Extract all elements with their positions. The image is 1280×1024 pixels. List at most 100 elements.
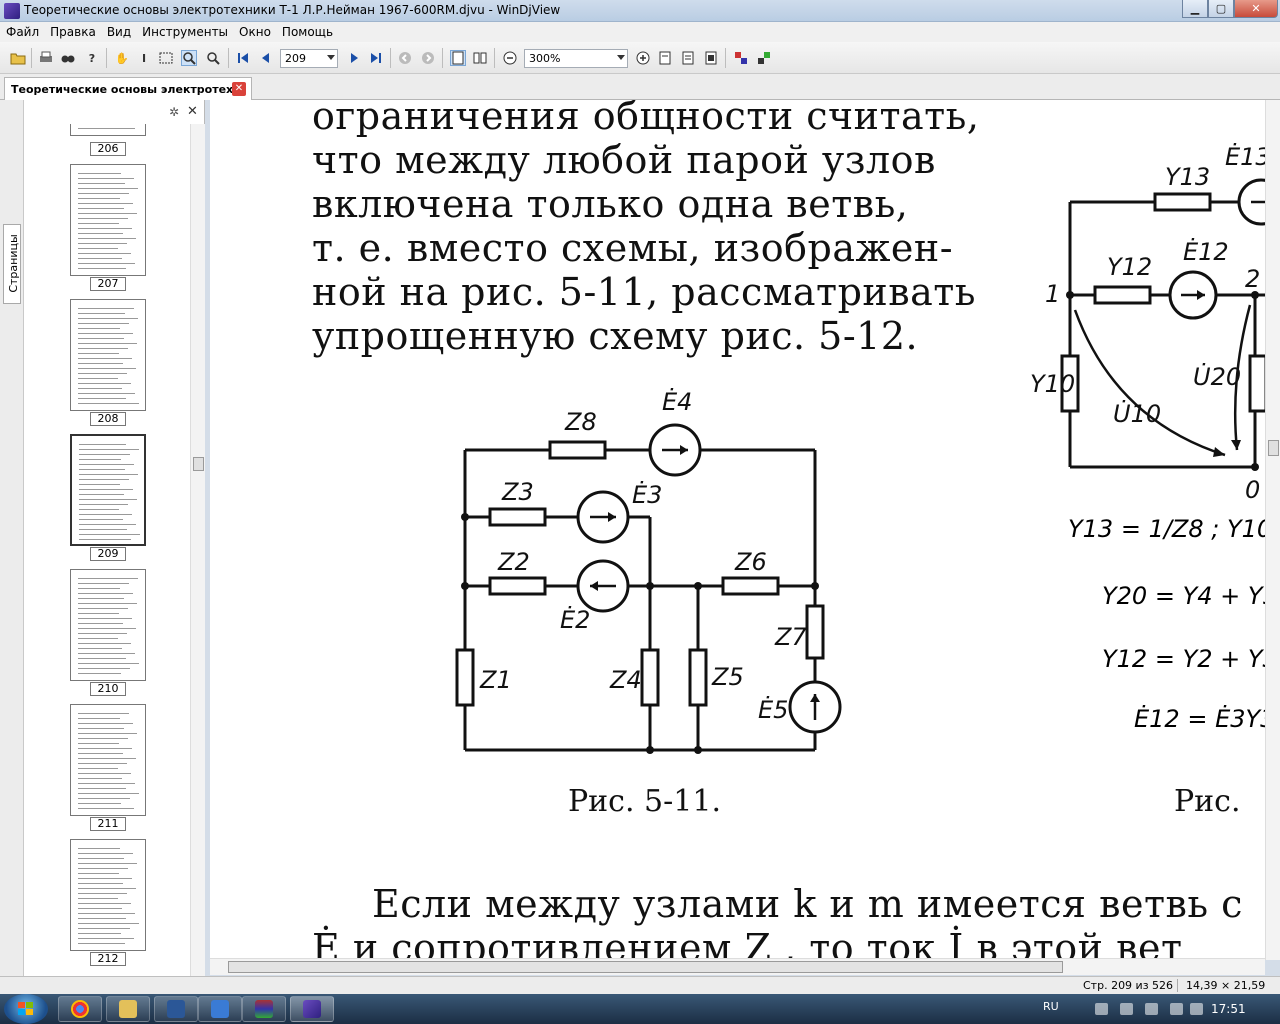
- thumbnail-text-line: [78, 738, 128, 739]
- label-z6: Z6: [734, 548, 767, 576]
- thumbnail-text-line: [78, 888, 136, 889]
- page-thumbnail[interactable]: [70, 704, 146, 816]
- label-e13: Ė13: [1225, 142, 1265, 171]
- next-page-icon[interactable]: [346, 50, 362, 66]
- page-info: Стр. 209 из 526: [1083, 979, 1174, 992]
- thumbnail-text-line: [78, 868, 128, 869]
- zoom-out-icon[interactable]: [502, 50, 518, 66]
- window-title: Теоретические основы электротехники Т-1 …: [24, 3, 561, 17]
- thumbnail-scrollbar[interactable]: [190, 124, 205, 976]
- thumbnail-text-line: [78, 313, 125, 314]
- thumbnail-text-line: [78, 268, 126, 269]
- zoom-tool-icon[interactable]: [181, 50, 197, 66]
- flag-icon[interactable]: [1095, 1003, 1108, 1015]
- scrollbar-thumb[interactable]: [193, 457, 204, 471]
- find-icon[interactable]: [60, 50, 76, 66]
- power-icon[interactable]: [1170, 1003, 1183, 1015]
- menu-view[interactable]: Вид: [107, 25, 138, 39]
- clock[interactable]: 17:51: [1211, 1002, 1246, 1016]
- actual-size-icon[interactable]: [703, 50, 719, 66]
- thumbnail-text-line: [78, 798, 130, 799]
- taskbar-word[interactable]: [154, 996, 198, 1022]
- zoom-rect-icon[interactable]: [205, 50, 221, 66]
- language-indicator[interactable]: RU: [1043, 1000, 1059, 1013]
- fit-width-icon[interactable]: [680, 50, 696, 66]
- thumbnail-text-line: [78, 613, 119, 614]
- menu-tools[interactable]: Инструменты: [142, 25, 235, 39]
- gear-icon[interactable]: ✲: [169, 105, 179, 119]
- document-tab[interactable]: Теоретические основы электротех... ✕: [4, 77, 252, 100]
- figure-caption: Рис.: [1174, 784, 1241, 819]
- taskbar-explorer[interactable]: [106, 996, 150, 1022]
- minimize-button[interactable]: ▁: [1182, 0, 1208, 18]
- maximize-button[interactable]: ▢: [1208, 0, 1234, 18]
- taskbar-archiver[interactable]: [242, 996, 286, 1022]
- page-thumbnail-current[interactable]: [70, 434, 146, 546]
- close-tab-icon[interactable]: ✕: [232, 82, 246, 96]
- rect-select-icon[interactable]: [158, 50, 174, 66]
- menu-help[interactable]: Помощь: [282, 25, 340, 39]
- menu-file[interactable]: Файл: [6, 25, 46, 39]
- text-select-icon[interactable]: I: [136, 50, 152, 66]
- thumbnail-text-line: [78, 328, 120, 329]
- close-button[interactable]: ✕: [1234, 0, 1278, 18]
- thumbnail-text-line: [78, 623, 123, 624]
- volume-icon[interactable]: [1190, 1003, 1203, 1015]
- thumbnail-text-line: [78, 393, 135, 394]
- label-z2: Z2: [497, 548, 530, 576]
- archive-icon: [255, 1000, 273, 1018]
- page-thumbnail[interactable]: [70, 164, 146, 276]
- toolbar: ? ✋ I 209 300%: [0, 42, 1280, 74]
- alert-icon[interactable]: [1120, 1003, 1133, 1015]
- taskbar-app[interactable]: [198, 996, 242, 1022]
- menu-window[interactable]: Окно: [239, 25, 278, 39]
- scrollbar-thumb[interactable]: [1268, 440, 1279, 456]
- document-vertical-scrollbar[interactable]: [1265, 100, 1280, 960]
- title-bar: Теоретические основы электротехники Т-1 …: [0, 0, 1280, 22]
- help-icon[interactable]: ?: [84, 50, 100, 66]
- single-page-icon[interactable]: [450, 50, 466, 66]
- zoom-in-icon[interactable]: [635, 50, 651, 66]
- close-panel-icon[interactable]: ✕: [187, 104, 198, 119]
- thumbnail-text-line: [78, 178, 134, 179]
- page-thumbnail[interactable]: [70, 299, 146, 411]
- zoom-combo[interactable]: 300%: [524, 49, 628, 68]
- forward-icon[interactable]: [420, 50, 436, 66]
- rotate-right-icon[interactable]: [756, 50, 772, 66]
- page-number-combo[interactable]: 209: [280, 49, 338, 68]
- label-e12: Ė12: [1183, 237, 1229, 266]
- first-page-icon[interactable]: [235, 50, 251, 66]
- last-page-icon[interactable]: [368, 50, 384, 66]
- open-icon[interactable]: [10, 50, 26, 66]
- start-button[interactable]: [4, 994, 48, 1024]
- prev-page-icon[interactable]: [258, 50, 274, 66]
- taskbar-windjview[interactable]: [290, 996, 334, 1022]
- back-icon[interactable]: [397, 50, 413, 66]
- document-horizontal-scrollbar[interactable]: [210, 958, 1265, 975]
- hand-tool-icon[interactable]: ✋: [114, 50, 130, 66]
- thumbnail-text-line: [78, 753, 123, 754]
- document-view[interactable]: ограничения общности считать, что между …: [210, 100, 1265, 960]
- taskbar-chrome[interactable]: [58, 996, 102, 1022]
- page-thumbnail[interactable]: [70, 569, 146, 681]
- print-icon[interactable]: [38, 50, 54, 66]
- menu-edit[interactable]: Правка: [50, 25, 103, 39]
- page-number-label: 209: [90, 547, 126, 561]
- thumbnail-text-line: [78, 603, 137, 604]
- fit-page-icon[interactable]: [657, 50, 673, 66]
- thumbnail-text-line: [78, 338, 124, 339]
- word-icon: [167, 1000, 185, 1018]
- text-line: упрощенную схему рис. 5-12.: [312, 314, 919, 358]
- node-2: 2: [1245, 265, 1260, 293]
- thumbnail-text-line: [78, 263, 135, 264]
- scrollbar-thumb[interactable]: [228, 961, 1063, 973]
- rotate-left-icon[interactable]: [733, 50, 749, 66]
- page-thumbnail[interactable]: [70, 124, 146, 136]
- thumbnail-text-line: [78, 583, 129, 584]
- thumbnail-text-line: [78, 908, 122, 909]
- page-thumbnail[interactable]: [70, 839, 146, 951]
- thumbnail-text-line: [78, 848, 120, 849]
- two-page-icon[interactable]: [472, 50, 488, 66]
- tab-pages[interactable]: Страницы: [3, 224, 21, 304]
- network-icon[interactable]: [1145, 1003, 1158, 1015]
